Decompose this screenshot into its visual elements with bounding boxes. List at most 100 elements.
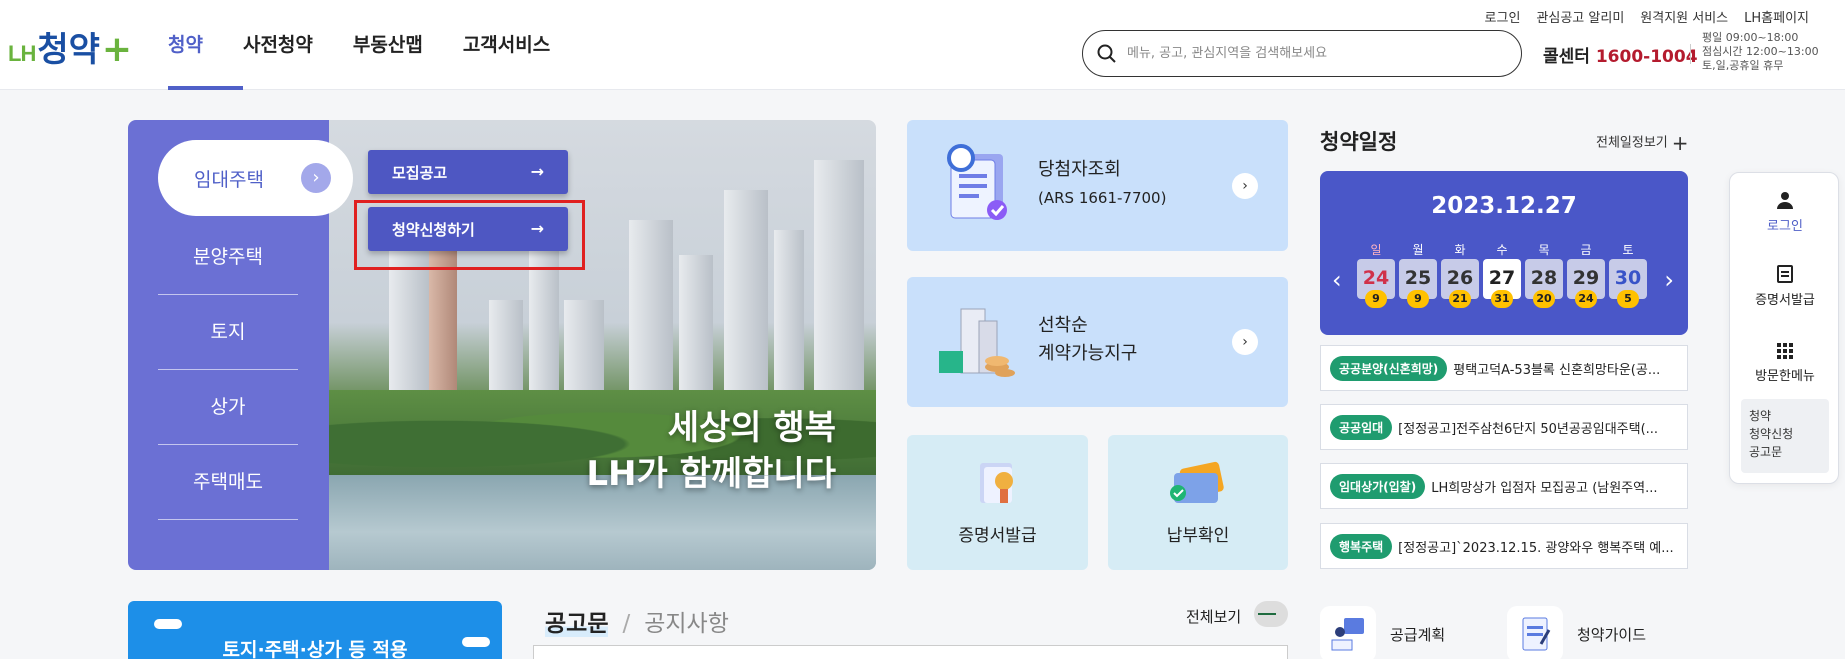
first-come-line2: 계약가능지구 <box>1038 343 1138 364</box>
calendar-day[interactable]: 화 26 21 <box>1441 241 1479 308</box>
float-certificate[interactable]: 증명서발급 <box>1730 265 1840 308</box>
subscription-guide-link[interactable]: 청약가이드 <box>1507 606 1646 659</box>
news-text: [정정공고]`2023.12.15. 광양와우 행복주택 예... <box>1398 540 1674 556</box>
subscription-guide-label: 청약가이드 <box>1577 625 1647 644</box>
winner-lookup-title: 당첨자조회 (ARS 1661-7700) <box>1038 156 1166 212</box>
presentation-icon <box>1320 606 1376 659</box>
util-remote-support[interactable]: 원격지원 서비스 <box>1640 7 1728 26</box>
view-all-toggle-icon[interactable] <box>1254 601 1288 627</box>
news-tag: 행복주택 <box>1330 533 1393 559</box>
nav-active-indicator <box>168 86 243 90</box>
sidenav-housing-sale[interactable]: 주택매도 <box>158 445 298 520</box>
schedule-view-all[interactable]: 전체일정보기 + <box>1596 131 1689 155</box>
divider <box>1690 44 1691 64</box>
hours-closed: 토,일,공휴일 휴무 <box>1702 59 1784 72</box>
logo[interactable]: LH 청약 + <box>8 22 132 71</box>
schedule-news-item[interactable]: 공공분양(신혼희망) 평택고덕A-53블록 신혼희망타운(공... <box>1320 345 1688 391</box>
day-count-badge: 20 <box>1533 290 1555 308</box>
call-center-label: 콜센터 <box>1543 47 1590 67</box>
plus-icon: + <box>1671 131 1689 155</box>
sidenav-commercial[interactable]: 상가 <box>158 370 298 445</box>
board-list <box>533 645 1288 659</box>
supply-plan-link[interactable]: 공급계획 <box>1320 606 1445 659</box>
search-icon[interactable] <box>1097 44 1117 64</box>
calendar-prev-icon[interactable]: ‹ <box>1332 266 1342 294</box>
calendar-day[interactable]: 토 30 5 <box>1609 241 1647 308</box>
day-count-badge: 21 <box>1449 290 1471 308</box>
visited-menu-list: 청약 청약신청 공고문 <box>1741 399 1829 473</box>
floating-quick-panel: 로그인 증명서발급 방문한메뉴 청약 청약신청 공고문 <box>1729 172 1839 484</box>
supply-plan-label: 공급계획 <box>1390 625 1446 644</box>
visited-menu-item[interactable]: 청약 <box>1749 407 1821 425</box>
calendar-day[interactable]: 월 25 9 <box>1399 241 1437 308</box>
search-box <box>1082 30 1522 77</box>
news-tag: 공공임대 <box>1330 414 1393 440</box>
day-of-week: 목 <box>1538 243 1550 257</box>
building <box>814 160 864 420</box>
schedule-view-all-label: 전체일정보기 <box>1596 135 1668 151</box>
day-of-week: 금 <box>1580 243 1592 257</box>
visited-menu-item[interactable]: 공고문 <box>1749 443 1821 461</box>
calendar-next-icon[interactable]: › <box>1664 266 1674 294</box>
payment-card[interactable]: 납부확인 <box>1108 435 1288 570</box>
calendar-day[interactable]: 목 28 20 <box>1525 241 1563 308</box>
first-come-line1: 선착순 <box>1038 315 1088 336</box>
calendar-day-selected[interactable]: 수 27 31 <box>1483 241 1521 308</box>
util-alert[interactable]: 관심공고 알리미 <box>1536 7 1624 26</box>
float-certificate-label: 증명서발급 <box>1755 293 1815 308</box>
nav-cheongyak[interactable]: 청약 <box>168 30 203 57</box>
news-tag: 공공분양(신혼희망) <box>1330 355 1448 381</box>
util-lh-home[interactable]: LH홈페이지 <box>1744 7 1809 26</box>
winner-lookup-card[interactable]: 당첨자조회 (ARS 1661-7700) › <box>907 120 1288 251</box>
nav-customer-service[interactable]: 고객서비스 <box>463 30 550 57</box>
grid-icon <box>1777 343 1793 359</box>
first-come-title: 선착순 계약가능지구 <box>1038 312 1137 368</box>
calendar-day[interactable]: 금 29 24 <box>1567 241 1605 308</box>
news-text: 평택고덕A-53블록 신혼희망타운(공... <box>1453 362 1661 378</box>
search-input[interactable] <box>1127 46 1507 61</box>
visited-menu-item[interactable]: 청약신청 <box>1749 425 1821 443</box>
schedule-news-item[interactable]: 행복주택 [정정공고]`2023.12.15. 광양와우 행복주택 예... <box>1320 523 1688 569</box>
hero-banner: 임대주택 › 분양주택 토지 상가 주택매도 모집공고 → 청약신청하기 → 세… <box>128 120 876 570</box>
board-view-all[interactable]: 전체보기 <box>1186 606 1241 627</box>
schedule-news-item[interactable]: 임대상가(입찰) LH희망상가 입점자 모집공고 (남원주역... <box>1320 463 1688 509</box>
submenu-recruitment-notice[interactable]: 모집공고 → <box>368 150 568 194</box>
highlight-box <box>354 200 585 270</box>
logo-title: 청약 <box>37 30 100 70</box>
calendar-day[interactable]: 일 24 9 <box>1357 241 1395 308</box>
first-come-card[interactable]: 선착순 계약가능지구 › <box>907 277 1288 407</box>
building-coins-icon <box>939 308 1015 377</box>
certificate-card[interactable]: 증명서발급 <box>907 435 1088 570</box>
util-login[interactable]: 로그인 <box>1485 7 1521 26</box>
day-of-week: 수 <box>1496 243 1508 257</box>
board-tabs: 공고문 / 공지사항 <box>545 604 729 638</box>
chevron-right-icon: › <box>1232 329 1258 355</box>
sidenav-land[interactable]: 토지 <box>158 295 298 370</box>
day-count-badge: 9 <box>1407 290 1429 308</box>
day-count-badge: 9 <box>1365 290 1387 308</box>
hours-lunch: 점심시간 12:00~13:00 <box>1702 45 1819 58</box>
news-tag: 임대상가(입찰) <box>1330 473 1426 499</box>
float-visited[interactable]: 방문한메뉴 <box>1730 343 1840 384</box>
chevron-right-icon: › <box>301 163 331 193</box>
promo-banner[interactable]: 토지·주택·상가 등 적용 <box>128 601 502 659</box>
guide-document-icon <box>1507 606 1563 659</box>
tab-announcements[interactable]: 공지사항 <box>644 611 729 637</box>
payment-label: 납부확인 <box>1166 526 1230 546</box>
utility-links: 로그인 관심공고 알리미 원격지원 서비스 LH홈페이지 <box>1469 7 1809 26</box>
arrow-right-icon: → <box>530 162 544 181</box>
tab-notices[interactable]: 공고문 <box>545 611 609 637</box>
day-count-badge: 24 <box>1575 290 1597 308</box>
float-login[interactable]: 로그인 <box>1730 191 1840 234</box>
nav-pre-subscription[interactable]: 사전청약 <box>243 30 313 57</box>
building <box>724 190 768 420</box>
sidenav-rental-housing[interactable]: 임대주택 › <box>158 140 353 216</box>
hours-weekday: 평일 09:00~18:00 <box>1702 31 1799 44</box>
schedule-news-item[interactable]: 공공임대 [정정공고]전주삼천6단지 50년공공임대주택(... <box>1320 404 1688 450</box>
winner-ars: (ARS 1661-7700) <box>1038 189 1167 207</box>
hero-slogan-line1: 세상의 행복 <box>667 408 836 448</box>
call-center-hours: 평일 09:00~18:00 점심시간 12:00~13:00 토,일,공휴일 … <box>1702 31 1819 73</box>
nav-real-estate-map[interactable]: 부동산맵 <box>353 30 423 57</box>
sidenav-sale-housing[interactable]: 분양주택 <box>158 220 298 295</box>
calendar: 2023.12.27 ‹ › 일 24 9 월 25 9 화 26 21 수 27 31 목 28… <box>1320 171 1688 335</box>
